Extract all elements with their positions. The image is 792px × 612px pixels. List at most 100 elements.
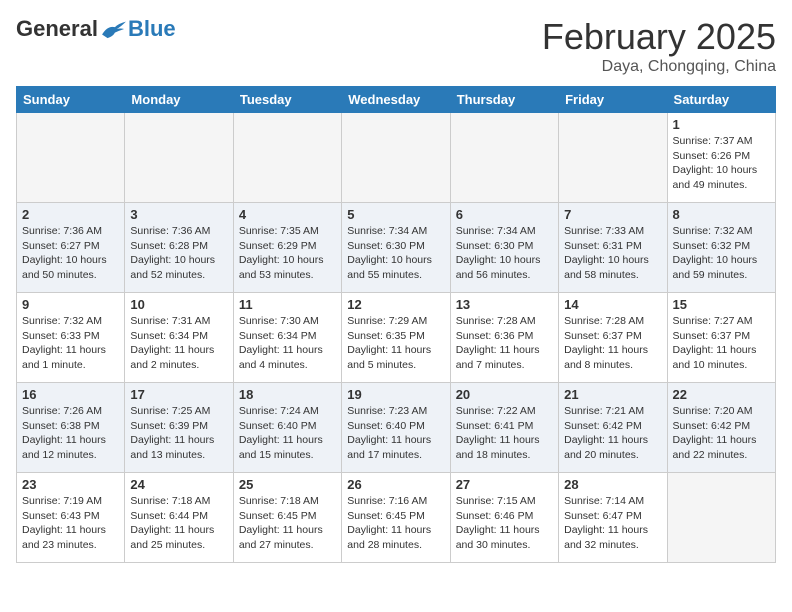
- day-number: 9: [22, 297, 119, 312]
- logo-bird-icon: [100, 18, 128, 40]
- calendar-cell: 27Sunrise: 7:15 AM Sunset: 6:46 PM Dayli…: [450, 473, 558, 563]
- col-header-tuesday: Tuesday: [233, 87, 341, 113]
- day-info: Sunrise: 7:32 AM Sunset: 6:32 PM Dayligh…: [673, 224, 770, 283]
- day-info: Sunrise: 7:29 AM Sunset: 6:35 PM Dayligh…: [347, 314, 444, 373]
- calendar-cell: 1Sunrise: 7:37 AM Sunset: 6:26 PM Daylig…: [667, 113, 775, 203]
- day-info: Sunrise: 7:32 AM Sunset: 6:33 PM Dayligh…: [22, 314, 119, 373]
- day-info: Sunrise: 7:26 AM Sunset: 6:38 PM Dayligh…: [22, 404, 119, 463]
- day-number: 6: [456, 207, 553, 222]
- col-header-friday: Friday: [559, 87, 667, 113]
- day-number: 4: [239, 207, 336, 222]
- day-info: Sunrise: 7:36 AM Sunset: 6:28 PM Dayligh…: [130, 224, 227, 283]
- day-info: Sunrise: 7:18 AM Sunset: 6:45 PM Dayligh…: [239, 494, 336, 553]
- title-block: February 2025 Daya, Chongqing, China: [542, 16, 776, 76]
- col-header-saturday: Saturday: [667, 87, 775, 113]
- week-row-1: 1Sunrise: 7:37 AM Sunset: 6:26 PM Daylig…: [17, 113, 776, 203]
- day-info: Sunrise: 7:28 AM Sunset: 6:36 PM Dayligh…: [456, 314, 553, 373]
- day-number: 19: [347, 387, 444, 402]
- calendar-cell: [667, 473, 775, 563]
- calendar-cell: 23 Sunrise: 7:19 AM Sunset: 6:43 PM Dayli…: [17, 473, 125, 563]
- day-info: Sunrise: 7:31 AM Sunset: 6:34 PM Dayligh…: [130, 314, 227, 373]
- calendar-cell: 14 Sunrise: 7:28 AM Sunset: 6:37 PM Dayli…: [559, 293, 667, 383]
- day-number: 16: [22, 387, 119, 402]
- day-info: Sunrise: 7:23 AM Sunset: 6:40 PM Dayligh…: [347, 404, 444, 463]
- calendar-cell: 22 Sunrise: 7:20 AM Sunset: 6:42 PM Dayli…: [667, 383, 775, 473]
- calendar-cell: 13 Sunrise: 7:28 AM Sunset: 6:36 PM Dayli…: [450, 293, 558, 383]
- day-number: 21: [564, 387, 661, 402]
- day-info: Sunrise: 7:24 AM Sunset: 6:40 PM Dayligh…: [239, 404, 336, 463]
- day-number: 27: [456, 477, 553, 492]
- day-number: 28: [564, 477, 661, 492]
- day-info: Sunrise: 7:34 AM Sunset: 6:30 PM Dayligh…: [456, 224, 553, 283]
- day-info: Sunrise: 7:30 AM Sunset: 6:34 PM Dayligh…: [239, 314, 336, 373]
- day-number: 17: [130, 387, 227, 402]
- calendar-cell: 10 Sunrise: 7:31 AM Sunset: 6:34 PM Dayli…: [125, 293, 233, 383]
- calendar-cell: 18 Sunrise: 7:24 AM Sunset: 6:40 PM Dayli…: [233, 383, 341, 473]
- day-number: 24: [130, 477, 227, 492]
- calendar-cell: 25 Sunrise: 7:18 AM Sunset: 6:45 PM Dayli…: [233, 473, 341, 563]
- col-header-thursday: Thursday: [450, 87, 558, 113]
- day-info: Sunrise: 7:34 AM Sunset: 6:30 PM Dayligh…: [347, 224, 444, 283]
- calendar-cell: 5 Sunrise: 7:34 AM Sunset: 6:30 PM Daylig…: [342, 203, 450, 293]
- calendar-cell: 21 Sunrise: 7:21 AM Sunset: 6:42 PM Dayli…: [559, 383, 667, 473]
- day-number: 25: [239, 477, 336, 492]
- calendar-cell: 6 Sunrise: 7:34 AM Sunset: 6:30 PM Daylig…: [450, 203, 558, 293]
- calendar-cell: 15Sunrise: 7:27 AM Sunset: 6:37 PM Dayli…: [667, 293, 775, 383]
- day-info: Sunrise: 7:36 AM Sunset: 6:27 PM Dayligh…: [22, 224, 119, 283]
- calendar-cell: 7 Sunrise: 7:33 AM Sunset: 6:31 PM Daylig…: [559, 203, 667, 293]
- day-number: 7: [564, 207, 661, 222]
- day-number: 12: [347, 297, 444, 312]
- calendar-cell: 3Sunrise: 7:36 AM Sunset: 6:28 PM Daylig…: [125, 203, 233, 293]
- calendar-cell: 2 Sunrise: 7:36 AM Sunset: 6:27 PM Daylig…: [17, 203, 125, 293]
- day-number: 8: [673, 207, 770, 222]
- day-info: Sunrise: 7:16 AM Sunset: 6:45 PM Dayligh…: [347, 494, 444, 553]
- calendar-cell: 4 Sunrise: 7:35 AM Sunset: 6:29 PM Daylig…: [233, 203, 341, 293]
- week-row-5: 23 Sunrise: 7:19 AM Sunset: 6:43 PM Dayli…: [17, 473, 776, 563]
- day-number: 13: [456, 297, 553, 312]
- col-header-sunday: Sunday: [17, 87, 125, 113]
- day-number: 10: [130, 297, 227, 312]
- day-info: Sunrise: 7:22 AM Sunset: 6:41 PM Dayligh…: [456, 404, 553, 463]
- calendar-cell: 12 Sunrise: 7:29 AM Sunset: 6:35 PM Dayli…: [342, 293, 450, 383]
- day-number: 22: [673, 387, 770, 402]
- calendar-cell: [125, 113, 233, 203]
- calendar-cell: [233, 113, 341, 203]
- day-number: 26: [347, 477, 444, 492]
- calendar-cell: 16 Sunrise: 7:26 AM Sunset: 6:38 PM Dayli…: [17, 383, 125, 473]
- day-number: 2: [22, 207, 119, 222]
- day-number: 14: [564, 297, 661, 312]
- calendar-cell: 26 Sunrise: 7:16 AM Sunset: 6:45 PM Dayli…: [342, 473, 450, 563]
- location-subtitle: Daya, Chongqing, China: [542, 58, 776, 76]
- day-info: Sunrise: 7:20 AM Sunset: 6:42 PM Dayligh…: [673, 404, 770, 463]
- day-info: Sunrise: 7:33 AM Sunset: 6:31 PM Dayligh…: [564, 224, 661, 283]
- calendar-table: SundayMondayTuesdayWednesdayThursdayFrid…: [16, 86, 776, 563]
- col-header-monday: Monday: [125, 87, 233, 113]
- day-number: 15: [673, 297, 770, 312]
- page-header: General Blue February 2025 Daya, Chongqi…: [16, 16, 776, 76]
- day-number: 23: [22, 477, 119, 492]
- week-row-3: 9 Sunrise: 7:32 AM Sunset: 6:33 PM Daylig…: [17, 293, 776, 383]
- calendar-cell: 20Sunrise: 7:22 AM Sunset: 6:41 PM Dayli…: [450, 383, 558, 473]
- day-info: Sunrise: 7:25 AM Sunset: 6:39 PM Dayligh…: [130, 404, 227, 463]
- day-info: Sunrise: 7:35 AM Sunset: 6:29 PM Dayligh…: [239, 224, 336, 283]
- calendar-header-row: SundayMondayTuesdayWednesdayThursdayFrid…: [17, 87, 776, 113]
- day-number: 18: [239, 387, 336, 402]
- calendar-cell: 28 Sunrise: 7:14 AM Sunset: 6:47 PM Dayli…: [559, 473, 667, 563]
- logo-blue: Blue: [128, 16, 176, 42]
- col-header-wednesday: Wednesday: [342, 87, 450, 113]
- day-info: Sunrise: 7:18 AM Sunset: 6:44 PM Dayligh…: [130, 494, 227, 553]
- calendar-cell: 17 Sunrise: 7:25 AM Sunset: 6:39 PM Dayli…: [125, 383, 233, 473]
- calendar-cell: [450, 113, 558, 203]
- day-number: 11: [239, 297, 336, 312]
- day-info: Sunrise: 7:28 AM Sunset: 6:37 PM Dayligh…: [564, 314, 661, 373]
- calendar-cell: 19 Sunrise: 7:23 AM Sunset: 6:40 PM Dayli…: [342, 383, 450, 473]
- calendar-cell: 8 Sunrise: 7:32 AM Sunset: 6:32 PM Daylig…: [667, 203, 775, 293]
- calendar-cell: 24 Sunrise: 7:18 AM Sunset: 6:44 PM Dayli…: [125, 473, 233, 563]
- day-info: Sunrise: 7:21 AM Sunset: 6:42 PM Dayligh…: [564, 404, 661, 463]
- day-number: 5: [347, 207, 444, 222]
- week-row-2: 2 Sunrise: 7:36 AM Sunset: 6:27 PM Daylig…: [17, 203, 776, 293]
- month-title: February 2025: [542, 16, 776, 58]
- calendar-cell: [559, 113, 667, 203]
- day-info: Sunrise: 7:19 AM Sunset: 6:43 PM Dayligh…: [22, 494, 119, 553]
- day-info: Sunrise: 7:14 AM Sunset: 6:47 PM Dayligh…: [564, 494, 661, 553]
